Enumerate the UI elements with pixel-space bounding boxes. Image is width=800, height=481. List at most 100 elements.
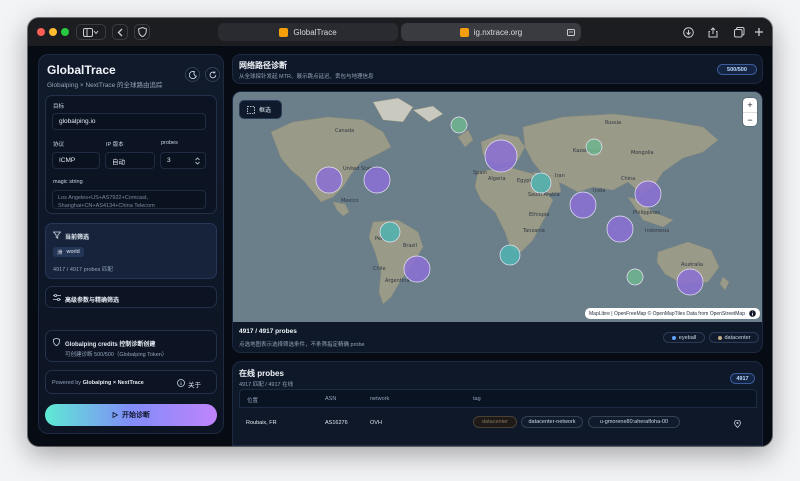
col-tag[interactable]: tag [473,396,481,402]
svg-text:Mexico: Mexico [341,198,358,204]
globaltrace-favicon-icon [279,27,289,37]
share-icon [708,26,718,37]
col-asn[interactable]: ASN [325,396,336,402]
probes-title: 在线 probes [239,369,284,378]
zoom-in-button[interactable]: + [743,98,757,113]
browser-window: GlobalTrace ig.nxtrace.org GlobalTrace G… [28,18,772,446]
share-button[interactable] [706,24,720,40]
downloads-button[interactable] [681,24,695,40]
privacy-report-button[interactable] [134,24,150,40]
target-label: 目标 [53,104,65,110]
zoom-window-button[interactable] [61,28,69,36]
probe-cluster[interactable] [585,138,603,156]
tag-chip[interactable]: datacenter [473,416,517,428]
protocol-label: 协议 [53,142,65,148]
svg-text:Algeria: Algeria [488,176,506,182]
advanced-params-toggle[interactable]: 高级参数与精确筛选 [45,286,217,308]
address-bar[interactable]: ig.nxtrace.org [401,23,581,41]
back-button[interactable] [112,24,128,40]
zoom-out-button[interactable]: − [743,113,757,127]
moon-icon [188,70,197,79]
filter-chip[interactable]: 洲 world [53,247,84,257]
about-link[interactable]: 关于 [188,379,201,389]
advanced-params-label: 高级参数与精确筛选 [65,298,120,304]
probe-cluster[interactable] [626,268,644,286]
svg-text:Tanzania: Tanzania [522,228,545,234]
back-icon [117,28,123,36]
tab-globaltrace[interactable]: GlobalTrace [218,23,398,41]
shield-icon [137,27,147,37]
map-attribution-text[interactable]: MapLibre | OpenFreeMap © OpenMapTiles Da… [589,311,745,317]
probe-cluster[interactable] [676,268,704,296]
minimize-window-button[interactable] [49,28,57,36]
online-probes-card: 在线 probes 4917 匹配 / 4917 在线 4917 位置 ASN … [232,361,763,446]
tag-chip[interactable]: u-gmorene80:aherafloha-00 [588,416,680,428]
svg-text:Spain: Spain [473,170,487,176]
new-tab-button[interactable] [752,24,766,40]
protocol-select[interactable]: ICMP [52,152,100,169]
magic-string-label: magic string [53,179,83,185]
probe-cluster[interactable] [569,191,597,219]
col-location[interactable]: 位置 [247,396,258,404]
sidebar-toggle-button[interactable] [76,24,106,40]
svg-text:Brazil: Brazil [403,243,417,249]
page-content: GlobalTrace Globalping × NextTrace 的全球路由… [28,46,772,446]
box-select-icon [247,105,255,114]
control-sidebar: GlobalTrace Globalping × NextTrace 的全球路由… [38,54,224,434]
world-map-canvas[interactable]: Canada Russia United States Mexico Brazi… [233,92,763,322]
theme-toggle-button[interactable] [185,67,200,82]
probes-stepper[interactable]: 3 [160,152,206,169]
target-input[interactable]: globalping.io [52,113,206,130]
page-header: 网络路径诊断 从全球探针发起 MTR、展示跳点延迟、丢包与地理信息 500/50… [232,54,763,84]
tab-overview-button[interactable] [732,24,746,40]
svg-text:Philippines: Philippines [633,210,660,216]
zoom-controls: + − [743,98,757,126]
legend-datacenter[interactable]: datacenter [709,332,759,343]
location-pin-icon[interactable] [734,420,741,428]
close-window-button[interactable] [37,28,45,36]
filter-title: 当前筛选 [65,235,90,241]
powered-brand[interactable]: Globalping × NextTrace [83,380,144,386]
download-icon [682,26,694,38]
sidebar-icon [83,27,99,37]
probes-label: probes [161,140,178,146]
tag-chip[interactable]: datacenter-network [521,416,583,428]
col-network[interactable]: network [370,396,389,402]
probe-cluster[interactable] [634,180,662,208]
probe-cluster[interactable] [315,166,343,194]
stepper-icon[interactable] [195,157,200,165]
tab-title: GlobalTrace [293,27,337,37]
row-network: OVH [370,420,382,426]
app-subtitle: Globalping × NextTrace 的全球路由追踪 [47,82,163,89]
probe-cluster[interactable] [379,221,401,243]
probe-cluster[interactable] [484,139,518,173]
browser-titlebar: GlobalTrace ig.nxtrace.org [28,18,772,46]
reader-icon[interactable] [567,29,575,36]
box-select-button[interactable]: 框选 [239,100,282,119]
svg-text:China: China [621,176,635,182]
powered-prefix: Powered by [52,380,82,386]
quota-badge: 500/500 [717,64,757,75]
filter-chip-key: 洲 [57,250,63,256]
legend-eyeball[interactable]: eyeball [663,332,705,343]
svg-text:Indonesia: Indonesia [645,228,669,234]
magic-string-input[interactable]: Los Angeles+US+AS7922+Comcast, Shanghai+… [52,190,206,209]
current-filter-panel[interactable]: 当前筛选 洲 world 4917 / 4917 probes 匹配 [45,223,217,279]
legend-datacenter-label: datacenter [724,334,751,341]
svg-text:Russia: Russia [605,120,621,126]
probe-cluster[interactable] [450,116,468,134]
probe-cluster[interactable] [403,255,431,283]
probe-cluster[interactable] [606,215,634,243]
probe-cluster[interactable] [499,244,521,266]
probes-summary: 4917 匹配 / 4917 在线 [239,382,294,388]
probes-value: 3 [167,157,171,164]
world-map[interactable]: Canada Russia United States Mexico Brazi… [233,92,763,322]
reset-button[interactable] [205,67,220,82]
probe-cluster[interactable] [530,172,552,194]
refresh-icon [209,70,216,78]
info-circle-icon[interactable] [749,310,756,317]
start-diagnosis-button[interactable]: 开始诊断 [45,404,217,426]
ip-version-select[interactable]: 自动 [105,152,155,169]
filter-icon [53,231,61,239]
probe-cluster[interactable] [363,166,391,194]
